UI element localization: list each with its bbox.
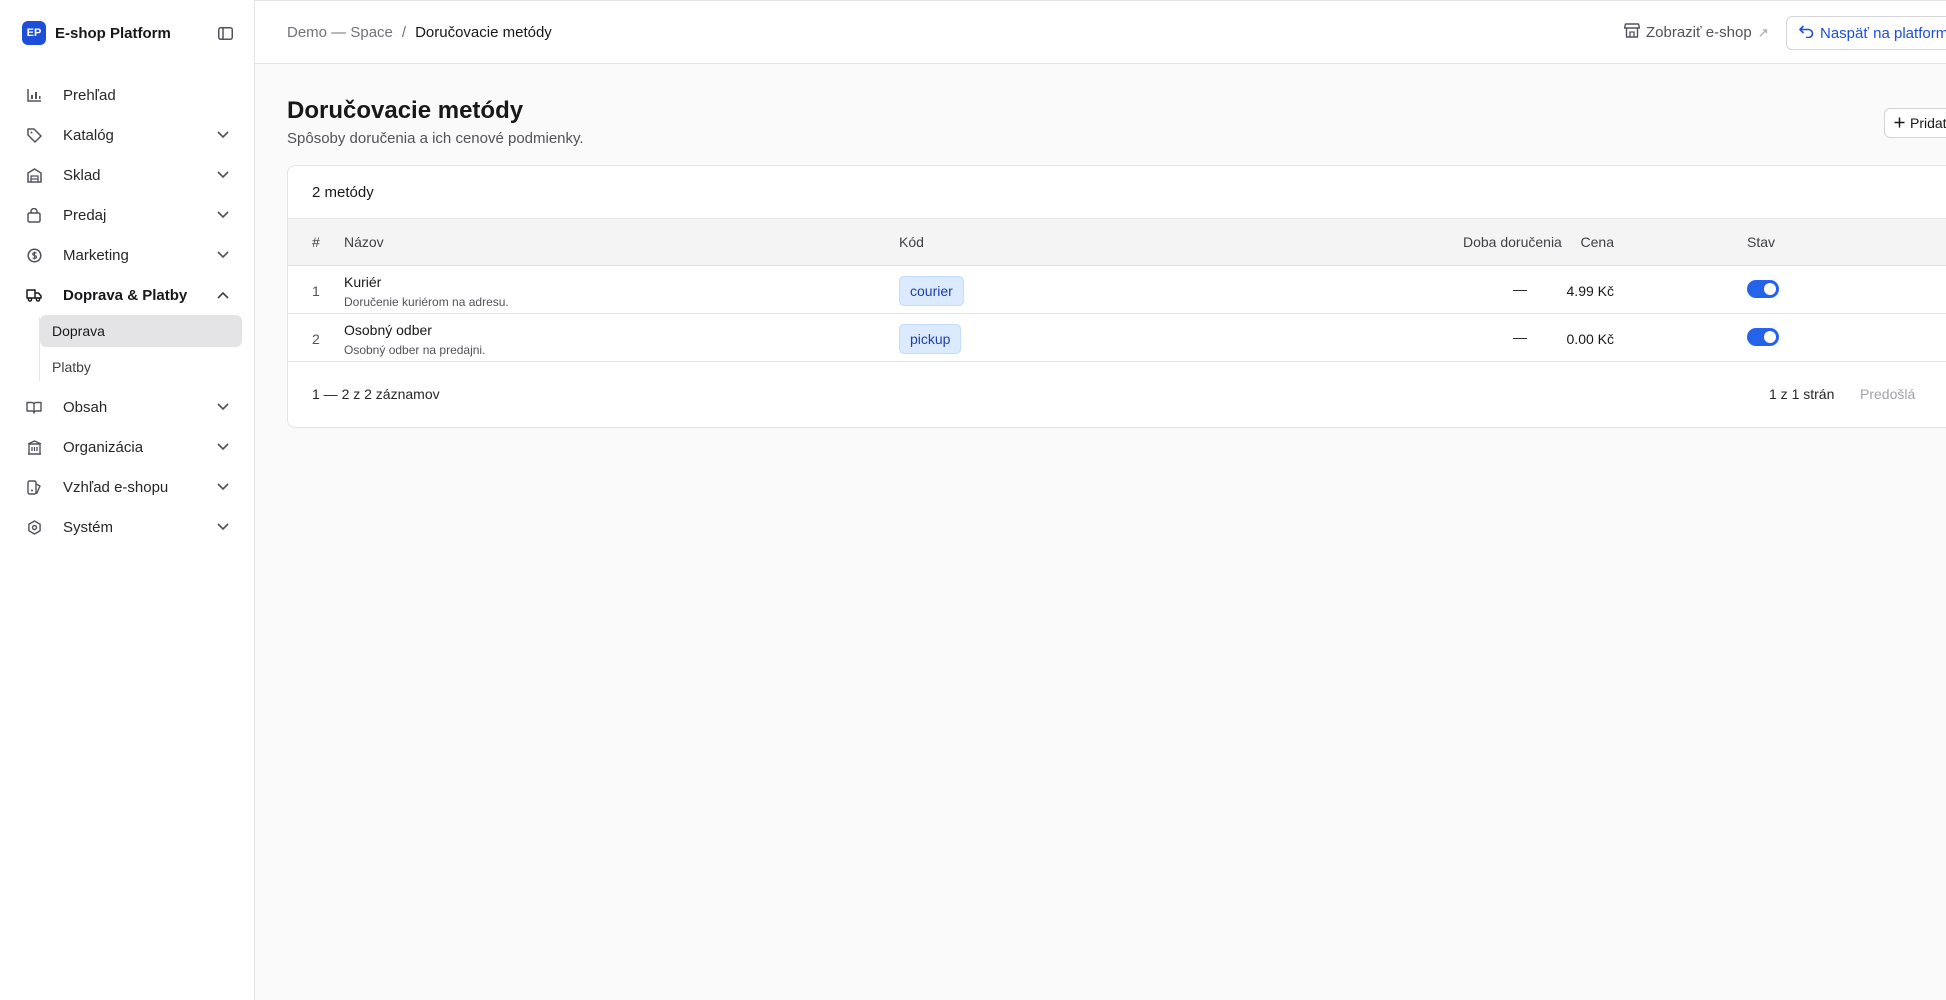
row-description: Doručenie kuriérom na adresu.	[344, 295, 509, 309]
page-subtitle: Spôsoby doručenia a ich cenové podmienky…	[287, 130, 584, 147]
sidebar-item-vzhlad[interactable]: Vzhľad e-shopu	[16, 467, 242, 507]
row-delivery-time: —	[1513, 329, 1527, 345]
store-icon	[1623, 23, 1641, 42]
view-shop-link[interactable]: Zobraziť e-shop ↗	[1623, 23, 1769, 42]
sidebar-item-doprava-platby[interactable]: Doprava & Platby	[16, 275, 242, 315]
status-toggle[interactable]	[1747, 328, 1779, 346]
chart-icon	[25, 86, 43, 104]
breadcrumb: Demo — Space / Doručovacie metódy	[287, 24, 552, 41]
chevron-down-icon	[214, 398, 232, 416]
sidebar-item-obsah[interactable]: Obsah	[16, 387, 242, 427]
sidebar-item-label: Sklad	[63, 166, 101, 184]
chevron-down-icon	[214, 246, 232, 264]
column-header-name[interactable]: Názov	[344, 234, 384, 250]
tag-icon	[25, 126, 43, 144]
add-button-label: Pridať	[1910, 115, 1946, 131]
sidebar-item-label: Marketing	[63, 246, 129, 264]
column-header-state: Stav	[1747, 234, 1776, 250]
code-badge: courier	[899, 276, 964, 306]
back-to-platform-button[interactable]: Naspäť na platformu	[1786, 16, 1946, 50]
view-shop-label: Zobraziť e-shop	[1646, 24, 1752, 41]
row-num: 1	[312, 283, 320, 299]
warehouse-icon	[25, 166, 43, 184]
column-header-code[interactable]: Kód	[899, 234, 924, 250]
sidebar-item-label: Katalóg	[63, 126, 114, 144]
sidebar-item-label: Vzhľad e-shopu	[63, 478, 169, 496]
methods-card: 2 metódy # Názov Kód Cena Doba doručenia…	[287, 165, 1946, 428]
back-button-label: Naspäť na platformu	[1820, 24, 1946, 42]
building-icon	[25, 438, 43, 456]
table-row[interactable]: 2 Osobný odber Osobný odber na predajni.…	[288, 314, 1946, 362]
sidebar-item-marketing[interactable]: Marketing	[16, 235, 242, 275]
chevron-down-icon	[214, 478, 232, 496]
sidebar-item-sklad[interactable]: Sklad	[16, 155, 242, 195]
row-description: Osobný odber na predajni.	[344, 343, 486, 357]
sidebar-item-katalog[interactable]: Katalóg	[16, 115, 242, 155]
breadcrumb-current: Doručovacie metódy	[415, 24, 552, 41]
column-header-num: #	[312, 234, 320, 250]
sidebar-item-label: Doprava & Platby	[63, 286, 188, 304]
chevron-down-icon	[214, 206, 232, 224]
sidebar-item-organizacia[interactable]: Organizácia	[16, 427, 242, 467]
brand-logo: EP	[22, 21, 46, 45]
chevron-down-icon	[214, 518, 232, 536]
breadcrumb-separator: /	[401, 24, 407, 41]
topbar: Demo — Space / Doručovacie metódy Zobraz…	[255, 0, 1946, 64]
table-header: # Názov Kód Cena Doba doručenia Stav	[288, 219, 1946, 266]
code-badge: pickup	[899, 324, 962, 354]
sidebar-subitem-doprava[interactable]: Doprava	[40, 315, 242, 347]
book-icon	[25, 398, 43, 416]
previous-page-button[interactable]: Predošlá	[1860, 386, 1915, 402]
sidebar-item-label: Predaj	[63, 206, 107, 224]
add-method-button[interactable]: Pridať	[1884, 108, 1946, 138]
undo-icon	[1799, 24, 1814, 42]
row-price: 4.99 Kč	[1566, 283, 1614, 299]
sidebar: EP E-shop Platform Prehľad Katalóg Sklad…	[0, 0, 255, 1000]
sidebar-item-label: Organizácia	[63, 438, 144, 456]
table-row[interactable]: 1 Kuriér Doručenie kuriérom na adresu. c…	[288, 266, 1946, 314]
sidebar-item-predaj[interactable]: Predaj	[16, 195, 242, 235]
coin-icon	[25, 246, 43, 264]
pagination-pages: 1 z 1 strán	[1769, 386, 1835, 402]
sidebar-item-label: Obsah	[63, 398, 108, 416]
sidebar-item-label: Systém	[63, 518, 114, 536]
sidebar-subitem-platby[interactable]: Platby	[40, 351, 242, 383]
sidebar-nav: Prehľad Katalóg Sklad Predaj Marketing D…	[16, 75, 242, 547]
sidebar-item-system[interactable]: Systém	[16, 507, 242, 547]
pagination-range: 1 — 2 z 2 záznamov	[312, 386, 440, 402]
row-name[interactable]: Osobný odber	[344, 322, 432, 338]
methods-count: 2 metódy	[288, 166, 1946, 219]
subnav-doprava-platby: Doprava Platby	[28, 315, 242, 383]
status-toggle[interactable]	[1747, 280, 1779, 298]
pagination: 1 — 2 z 2 záznamov 1 z 1 strán Predošlá	[288, 362, 1946, 426]
row-delivery-time: —	[1513, 281, 1527, 297]
brand: EP E-shop Platform	[22, 21, 234, 45]
bag-icon	[25, 206, 43, 224]
palette-icon	[25, 478, 43, 496]
chevron-up-icon	[214, 286, 232, 304]
settings-icon	[25, 518, 43, 536]
page-title: Doručovacie metódy	[287, 97, 524, 124]
row-name[interactable]: Kuriér	[344, 274, 381, 290]
brand-name: E-shop Platform	[55, 24, 171, 42]
column-header-price[interactable]: Cena	[1581, 234, 1614, 250]
truck-icon	[25, 286, 43, 304]
plus-icon	[1894, 115, 1905, 131]
row-num: 2	[312, 331, 320, 347]
row-price: 0.00 Kč	[1566, 331, 1614, 347]
column-header-delivery-time: Doba doručenia	[1463, 234, 1562, 250]
sidebar-item-label: Prehľad	[63, 86, 116, 104]
chevron-down-icon	[214, 438, 232, 456]
external-link-icon: ↗	[1757, 24, 1769, 40]
chevron-down-icon	[214, 166, 232, 184]
sidebar-toggle-icon[interactable]	[216, 24, 234, 42]
breadcrumb-parent[interactable]: Demo — Space	[287, 24, 393, 41]
chevron-down-icon	[214, 126, 232, 144]
sidebar-item-prehlad[interactable]: Prehľad	[16, 75, 242, 115]
